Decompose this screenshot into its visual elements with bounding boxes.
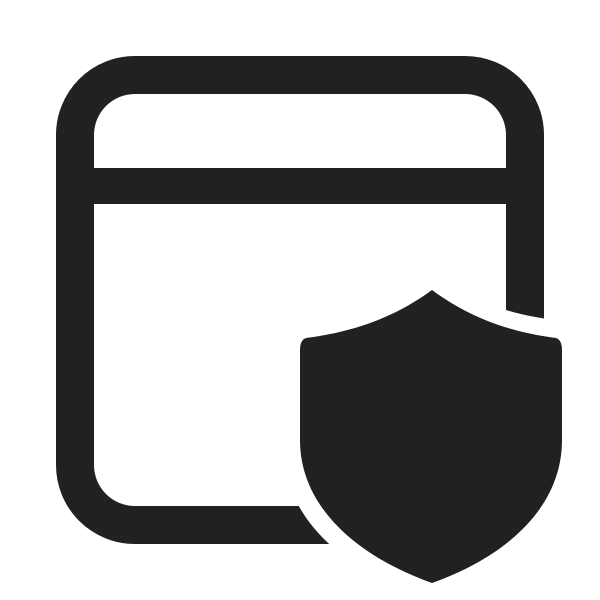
window-shield-icon [56,56,562,583]
icon-canvas [0,0,600,600]
